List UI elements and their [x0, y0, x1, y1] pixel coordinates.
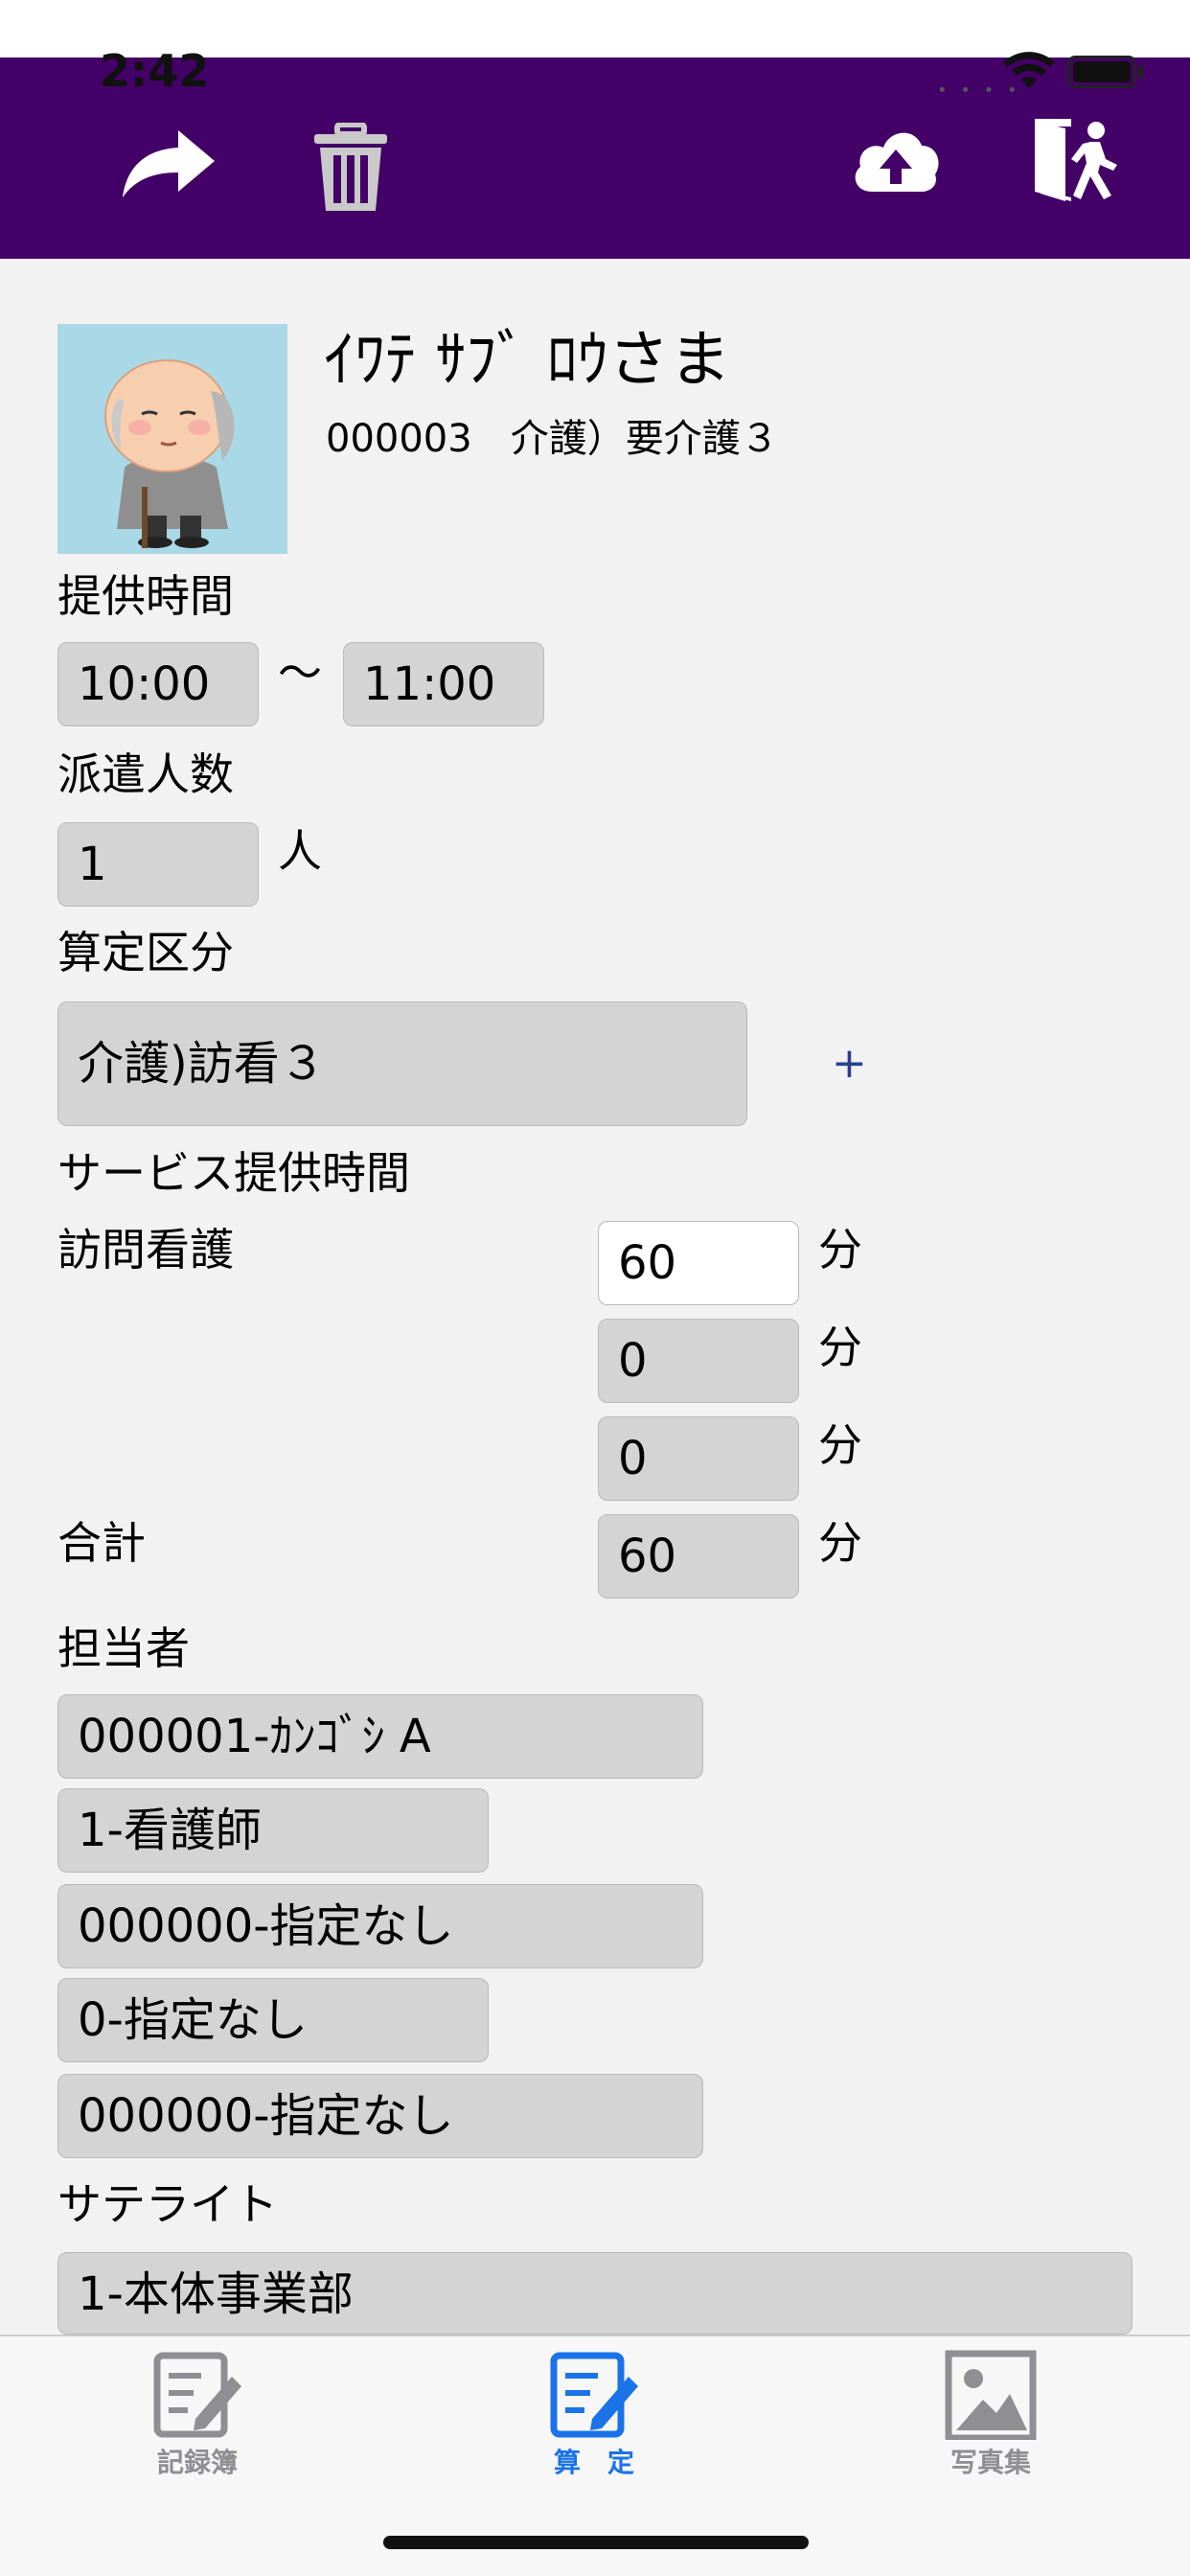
- staff-select-2[interactable]: 000000-指定なし: [57, 1884, 703, 1968]
- share-arrow-icon[interactable]: [121, 126, 217, 199]
- minutes-unit: 分: [818, 1517, 862, 1569]
- battery-tip: [1138, 65, 1143, 79]
- edit-note-icon: [550, 2352, 638, 2438]
- time-range-tilde: 〜: [278, 647, 322, 699]
- tab-photos-label: 写真集: [950, 2447, 1031, 2478]
- cloud-upload-icon[interactable]: [851, 125, 941, 194]
- minutes-unit: 分: [818, 1224, 862, 1276]
- satellite-label: サテライト: [57, 2178, 278, 2230]
- tab-calculation-label: 算 定: [553, 2447, 634, 2478]
- end-time-field[interactable]: 11:00: [343, 642, 544, 726]
- staff-label: 担当者: [57, 1622, 190, 1674]
- tab-photos[interactable]: 写真集: [847, 2336, 1134, 2490]
- patient-name: ｲﾜﾃ ｻﾌﾞ ﾛｳさま: [324, 325, 731, 396]
- home-indicator: [383, 2536, 809, 2549]
- visit-nursing-minutes-field[interactable]: 60: [598, 1221, 799, 1305]
- tab-records[interactable]: 記録簿: [54, 2336, 341, 2490]
- dispatch-unit: 人: [278, 825, 322, 877]
- total-minutes-field[interactable]: 60: [598, 1514, 799, 1598]
- minutes-unit: 分: [818, 1419, 862, 1471]
- minutes-unit: 分: [818, 1322, 862, 1373]
- tab-records-label: 記録簿: [156, 2447, 238, 2478]
- staff-select-3[interactable]: 000000-指定なし: [57, 2074, 703, 2158]
- start-time-field[interactable]: 10:00: [57, 642, 259, 726]
- add-calc-category-button[interactable]: +: [832, 1035, 867, 1092]
- staff-select-1[interactable]: 000001-ｶﾝｺﾞｼ A: [57, 1694, 703, 1779]
- visit-nursing-label: 訪問看護: [57, 1224, 234, 1276]
- patient-avatar: [57, 324, 287, 554]
- edit-note-icon: [153, 2352, 241, 2438]
- calc-category-label: 算定区分: [57, 927, 234, 978]
- dispatch-count-label: 派遣人数: [57, 748, 234, 800]
- trash-icon[interactable]: [312, 123, 389, 215]
- provision-time-label: 提供時間: [57, 570, 234, 622]
- photo-icon: [945, 2350, 1037, 2440]
- exit-door-icon[interactable]: [1033, 115, 1123, 203]
- calc-category-field[interactable]: 介護)訪看３: [57, 1001, 747, 1126]
- total-label: 合計: [57, 1517, 146, 1569]
- wifi-icon: [1003, 52, 1055, 88]
- staff-role-select-2[interactable]: 0-指定なし: [57, 1978, 489, 2062]
- tab-calculation[interactable]: 算 定: [450, 2336, 738, 2490]
- staff-role-select-1[interactable]: 1-看護師: [57, 1788, 489, 1873]
- battery-icon: [1067, 56, 1136, 88]
- dispatch-count-field[interactable]: 1: [57, 822, 259, 907]
- service-time-label: サービス提供時間: [57, 1147, 410, 1199]
- service-minutes-field-2[interactable]: 0: [598, 1319, 799, 1403]
- status-time: 2:42: [100, 45, 210, 97]
- satellite-select[interactable]: 1-本体事業部: [57, 2252, 1133, 2334]
- patient-info: 000003 介護）要介護３: [326, 417, 779, 461]
- service-minutes-field-3[interactable]: 0: [598, 1416, 799, 1501]
